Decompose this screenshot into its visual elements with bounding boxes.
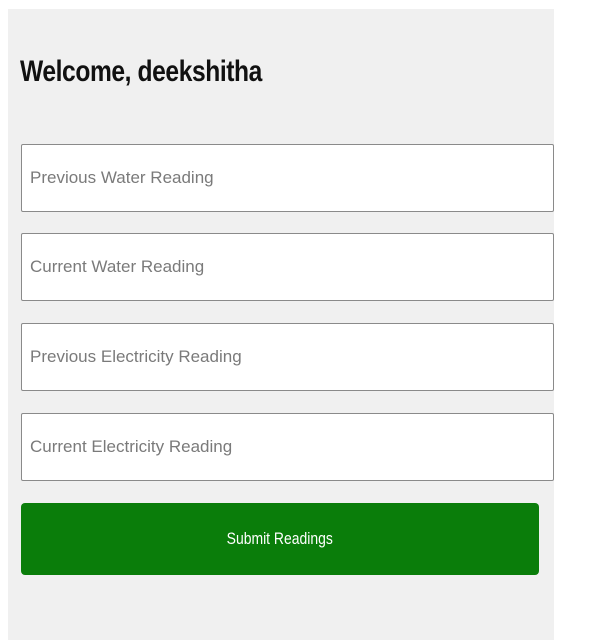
readings-card: Welcome, deekshitha Submit Readings (8, 9, 554, 640)
current-electricity-reading-input[interactable] (21, 413, 554, 481)
submit-readings-button[interactable]: Submit Readings (21, 503, 539, 575)
previous-water-reading-input[interactable] (21, 144, 554, 212)
submit-readings-label: Submit Readings (226, 529, 334, 548)
current-water-reading-input[interactable] (21, 233, 554, 301)
welcome-heading: Welcome, deekshitha (20, 55, 262, 88)
previous-electricity-reading-input[interactable] (21, 323, 554, 391)
